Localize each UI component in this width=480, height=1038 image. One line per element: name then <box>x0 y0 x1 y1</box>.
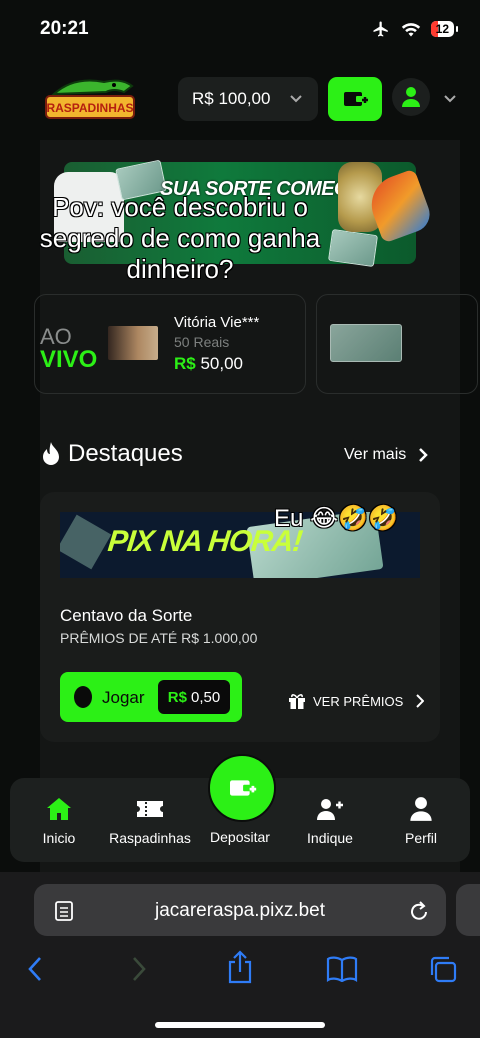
share-icon[interactable] <box>226 950 254 984</box>
live-label-ao: AO <box>40 324 72 349</box>
nav-label: Inicio <box>42 830 76 846</box>
see-more-link[interactable]: Ver mais <box>344 446 429 464</box>
nav-deposit-button[interactable] <box>208 754 276 822</box>
svg-text:RASPADINHAS: RASPADINHAS <box>46 101 133 115</box>
tab-preview[interactable] <box>456 884 480 936</box>
nav-label: Indique <box>307 830 353 846</box>
game-name: Centavo da Sorte <box>60 606 193 625</box>
winner-name: Vitória Vie*** <box>174 314 260 331</box>
reload-icon[interactable] <box>408 899 430 923</box>
chevron-right-icon <box>419 448 429 462</box>
nav-item-perfil[interactable]: Perfil <box>376 796 466 846</box>
back-icon[interactable] <box>26 956 44 982</box>
battery-indicator: 12 <box>430 21 459 37</box>
chevron-right-icon <box>416 694 425 708</box>
emoji-caption: Eu 😂🤣🤣 <box>274 505 398 532</box>
bookmarks-icon[interactable] <box>326 956 358 982</box>
cash-image <box>330 324 402 362</box>
nav-item-indique[interactable]: Indique <box>285 796 375 846</box>
nav-item-inicio[interactable]: Inicio <box>14 796 104 846</box>
home-icon <box>47 798 71 820</box>
wallet-plus-icon <box>344 92 368 106</box>
price-badge: R$ 0,50 <box>158 680 230 714</box>
gift-icon <box>289 694 305 709</box>
url-text[interactable]: jacareraspa.pixz.bet <box>34 900 446 922</box>
wifi-icon <box>401 23 420 37</box>
chevron-down-icon[interactable] <box>442 90 458 106</box>
nav-label: Perfil <box>405 830 437 846</box>
ticket-icon <box>137 801 163 817</box>
fire-icon <box>43 442 59 465</box>
video-caption: Pov: você descobriu o segredo de como ga… <box>39 192 321 285</box>
user-plus-icon <box>317 799 343 820</box>
coin-icon <box>74 686 92 708</box>
profile-avatar[interactable] <box>392 78 430 116</box>
tabs-icon[interactable] <box>428 955 458 983</box>
forward-icon[interactable] <box>130 956 148 982</box>
home-indicator[interactable] <box>155 1022 325 1028</box>
raspadinhas-logo[interactable]: RASPADINHAS <box>44 74 136 128</box>
nav-label: Raspadinhas <box>109 830 191 846</box>
user-icon <box>402 87 420 107</box>
balance-value: R$ 100,00 <box>192 89 271 108</box>
balance-dropdown[interactable]: R$ 100,00 <box>178 77 318 121</box>
status-icons: 12 <box>371 20 459 38</box>
winner-amount: R$ 50,00 <box>174 354 244 373</box>
nav-label[interactable]: Depositar <box>194 829 286 845</box>
wallet-plus-icon <box>230 780 257 796</box>
section-title: Destaques <box>40 440 183 468</box>
play-label: Jogar <box>102 688 145 707</box>
winner-prize: 50 Reais <box>174 334 230 350</box>
airplane-icon <box>373 21 388 37</box>
live-winner-card <box>34 294 306 394</box>
see-prizes-link[interactable]: VER PRÊMIOS <box>288 692 425 710</box>
prize-image <box>108 326 158 360</box>
user-icon <box>410 797 432 821</box>
game-subtitle: PRÊMIOS DE ATÉ R$ 1.000,00 <box>60 630 258 646</box>
chevron-down-icon <box>290 95 302 103</box>
live-label-vivo: VIVO <box>40 346 98 373</box>
status-time: 20:21 <box>40 18 89 39</box>
deposit-button[interactable] <box>328 77 382 121</box>
nav-item-raspadinhas[interactable]: Raspadinhas <box>105 796 195 846</box>
